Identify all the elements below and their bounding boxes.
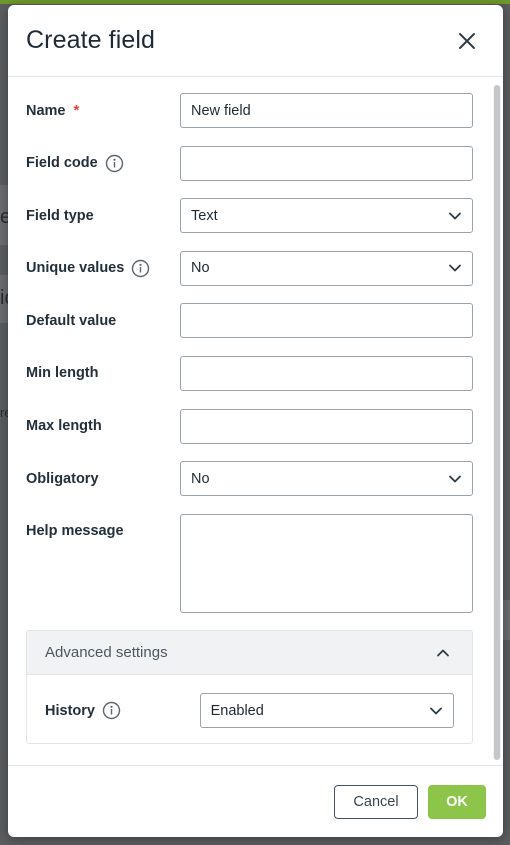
chevron-down-icon [448,209,462,223]
background-top-bar [0,0,510,4]
create-field-dialog: Create field Name * New field Field code [8,5,503,837]
obligatory-value: No [191,470,210,487]
obligatory-label-text: Obligatory [26,470,99,487]
info-icon[interactable] [105,154,124,173]
dialog-footer: Cancel OK [8,765,503,837]
dialog-body: Name * New field Field code Field type T… [8,77,503,765]
help-message-label-text: Help message [26,522,124,539]
ok-button[interactable]: OK [428,784,486,819]
default-value-label: Default value [26,313,180,329]
help-message-label: Help message [26,514,180,539]
cancel-button[interactable]: Cancel [334,784,418,819]
history-label-text: History [45,702,95,719]
info-icon[interactable] [131,259,150,278]
max-length-label-text: Max length [26,418,102,435]
chevron-down-icon [448,472,462,486]
name-label: Name * [26,102,180,119]
name-input[interactable]: New field [180,93,473,128]
min-length-label-text: Min length [26,365,99,382]
unique-values-select[interactable]: No [180,250,473,286]
close-icon [459,32,475,49]
name-label-text: Name [26,102,66,119]
advanced-settings-panel: Advanced settings History Enabled [26,630,473,745]
max-length-input[interactable] [180,408,473,444]
scrollbar[interactable] [493,85,501,760]
chevron-down-icon [448,261,462,275]
advanced-settings-body: History Enabled [27,675,472,743]
field-type-select[interactable]: Text [180,198,473,234]
dialog-title: Create field [26,26,156,54]
chevron-up-icon [436,646,450,660]
obligatory-row: Obligatory No [26,461,473,497]
min-length-input[interactable] [180,355,473,391]
default-value-label-text: Default value [26,312,117,329]
default-value-input[interactable] [180,303,473,339]
max-length-label: Max length [26,418,180,434]
advanced-settings-title: Advanced settings [45,644,168,662]
min-length-label: Min length [26,365,180,381]
min-length-row: Min length [26,355,473,391]
field-code-row: Field code [26,145,473,181]
unique-values-value: No [191,260,210,277]
default-value-row: Default value [26,303,473,339]
required-mark: * [73,102,80,119]
unique-values-row: Unique values No [26,250,473,286]
field-type-label: Field type [26,208,180,224]
help-message-textarea[interactable] [180,513,473,613]
history-select[interactable]: Enabled [199,693,454,729]
unique-values-label: Unique values [26,259,180,278]
chevron-down-icon [429,704,443,718]
max-length-row: Max length [26,408,473,444]
advanced-settings-header[interactable]: Advanced settings [27,631,472,676]
field-type-row: Field type Text [26,198,473,234]
history-value: Enabled [210,702,264,719]
history-label: History [45,701,200,720]
field-code-input[interactable] [180,145,473,181]
field-code-label: Field code [26,154,180,173]
info-icon[interactable] [102,701,121,720]
help-message-row: Help message [26,513,473,613]
background-panel [502,600,510,640]
name-row: Name * New field [26,93,473,128]
dialog-header: Create field [8,5,503,77]
close-button[interactable] [455,29,479,53]
field-type-value: Text [191,207,218,224]
obligatory-select[interactable]: No [180,461,473,497]
field-type-label-text: Field type [26,207,94,224]
field-code-label-text: Field code [26,155,98,172]
unique-values-label-text: Unique values [26,260,125,277]
name-input-value: New field [191,102,251,119]
scrollbar-thumb[interactable] [494,85,500,760]
obligatory-label: Obligatory [26,471,180,487]
